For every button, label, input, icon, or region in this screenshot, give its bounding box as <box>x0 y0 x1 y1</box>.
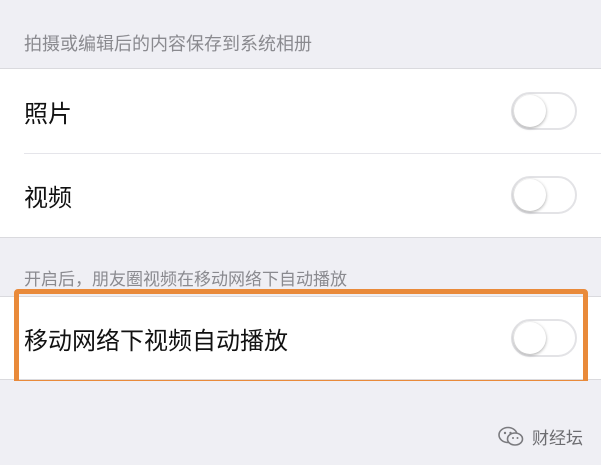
toggle-knob <box>514 95 546 127</box>
wechat-icon <box>498 426 524 448</box>
photo-toggle[interactable] <box>511 92 577 130</box>
autoplay-settings-group: 移动网络下视频自动播放 <box>0 296 601 380</box>
footer-area: 财经坛 <box>0 381 601 465</box>
autoplay-toggle[interactable] <box>511 319 577 357</box>
autoplay-header: 开启后，朋友圈视频在移动网络下自动播放 <box>24 270 347 290</box>
video-label: 视频 <box>24 183 72 212</box>
watermark-text: 财经坛 <box>532 429 583 449</box>
toggle-knob <box>514 179 546 211</box>
autoplay-label: 移动网络下视频自动播放 <box>24 326 288 355</box>
photo-row: 照片 <box>0 69 601 153</box>
autoplay-row: 移动网络下视频自动播放 <box>0 297 601 379</box>
save-settings-group: 照片 视频 <box>0 68 601 238</box>
video-toggle[interactable] <box>511 176 577 214</box>
save-to-album-header: 拍摄或编辑后的内容保存到系统相册 <box>24 34 312 55</box>
toggle-knob <box>514 322 546 354</box>
video-row: 视频 <box>0 153 601 237</box>
watermark: 财经坛 <box>498 424 583 449</box>
photo-label: 照片 <box>24 99 72 128</box>
